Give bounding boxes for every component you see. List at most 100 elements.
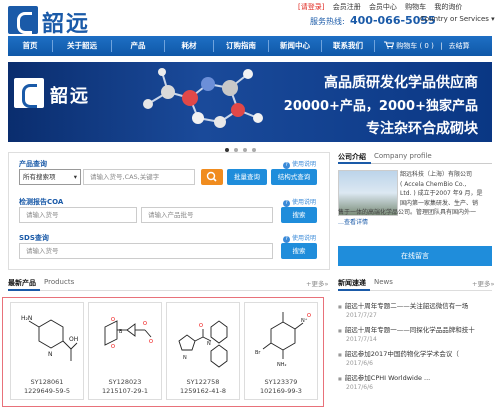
product-code: SY123379 bbox=[264, 378, 298, 386]
cart-summary[interactable]: 购物车 ( 0 ) | 去结算 bbox=[384, 36, 470, 56]
svg-text:B: B bbox=[119, 329, 123, 335]
register-link[interactable]: 会员注册 bbox=[333, 3, 361, 11]
news-item[interactable]: 韶远参加CPHI Worldwide ... 2017/6/6 bbox=[338, 372, 492, 391]
logo-text[interactable]: 韶远 bbox=[42, 6, 90, 38]
news-item-date: 2017/7/14 bbox=[346, 336, 377, 343]
country-select[interactable]: Country or Services ▾ bbox=[420, 15, 495, 23]
nav-item-news[interactable]: 新闻中心 bbox=[269, 36, 321, 56]
chevron-down-icon: ▾ bbox=[491, 15, 495, 23]
products-section-title: 最新产品 bbox=[8, 279, 36, 287]
product-cas: 1229649-59-5 bbox=[23, 387, 71, 395]
structure-image: H₂N N OH bbox=[21, 315, 78, 361]
products-more-link[interactable]: +更多» bbox=[306, 278, 328, 288]
nav-divider bbox=[374, 40, 375, 52]
news-section-title: 新闻速递 bbox=[338, 279, 366, 287]
company-more-link[interactable]: …查看详情 bbox=[338, 219, 368, 226]
structure-image: O O B O O bbox=[104, 317, 153, 350]
batch-query-button[interactable]: 批量查询 bbox=[227, 169, 267, 185]
cart-icon bbox=[384, 41, 395, 49]
banner-tagline: 专注杂环合成砌块 bbox=[366, 121, 478, 137]
news-item[interactable]: 韶远十周年专题一——同探化学品品牌和技十 2017/7/14 bbox=[338, 324, 492, 343]
product-code: SY122758 bbox=[186, 378, 220, 386]
coa-usage-link[interactable]: 使用说明 bbox=[283, 197, 316, 207]
svg-text:Br: Br bbox=[255, 350, 261, 356]
svg-text:O: O bbox=[111, 317, 115, 323]
structure-image: N⁺ O Br NH₂ bbox=[255, 312, 311, 368]
product-query-title: 产品查询 bbox=[19, 160, 47, 168]
svg-text:O: O bbox=[143, 321, 147, 327]
svg-text:NH₂: NH₂ bbox=[277, 362, 287, 368]
news-item-date: 2017/6/6 bbox=[346, 360, 373, 367]
sds-usage-link[interactable]: 使用说明 bbox=[283, 233, 316, 243]
cart-count: 购物车 ( 0 ) bbox=[396, 42, 434, 50]
product-card[interactable]: N⁺ O Br NH₂ SY123379 102169-99-3 bbox=[244, 302, 318, 400]
my-inquiry-link[interactable]: 我的询价 bbox=[434, 3, 462, 11]
company-section-title: 公司介绍 bbox=[338, 153, 366, 161]
online-message-button[interactable]: 在线留言 bbox=[338, 246, 492, 266]
svg-text:O: O bbox=[149, 339, 153, 345]
cart-divider: | bbox=[440, 42, 443, 50]
banner[interactable]: 韶远 高品质研发化学品供应商 20000+产品，2000+独家产品 专注杂环合成… bbox=[8, 62, 492, 142]
news-item-title[interactable]: 韶远十周年专题二——关注韶远微信有一场 bbox=[338, 300, 492, 310]
product-cas: 1259162-41-8 bbox=[179, 387, 227, 395]
nav-item-ordering-guide[interactable]: 订购指南 bbox=[214, 36, 268, 56]
query-panel: 产品查询 使用说明 所有搜索项 ▾ 请输入货号,CAS,关键字 批量查询 结构式… bbox=[8, 152, 330, 270]
nav-item-products[interactable]: 产品 bbox=[112, 36, 164, 56]
member-center-link[interactable]: 会员中心 bbox=[369, 3, 397, 11]
cart-link[interactable]: 购物车 bbox=[405, 3, 426, 11]
company-text-line: 售于一体的高端化学品公司。管理团队具有国内外一 bbox=[338, 209, 477, 216]
svg-text:N: N bbox=[48, 351, 53, 358]
product-card[interactable]: N O N SY122758 1259162-41-8 bbox=[166, 302, 240, 400]
news-item-title[interactable]: 韶远参加2017中国药物化学学术会议（ bbox=[338, 348, 492, 358]
coa-title: 检测报告COA bbox=[19, 198, 64, 206]
news-item-date: 2017/6/6 bbox=[346, 384, 373, 391]
structure-query-button[interactable]: 结构式查询 bbox=[271, 169, 317, 185]
product-search-type-select[interactable]: 所有搜索项 ▾ bbox=[19, 169, 81, 185]
structure-image: N O N bbox=[178, 320, 228, 368]
chevron-down-icon: ▾ bbox=[73, 173, 77, 181]
sds-code-input[interactable]: 请输入货号 bbox=[19, 243, 273, 259]
coa-search-button[interactable]: 搜索 bbox=[281, 207, 317, 223]
svg-text:OH: OH bbox=[69, 336, 78, 343]
nav-item-about[interactable]: 关于韶远 bbox=[53, 36, 111, 56]
product-cas: 1215107-29-1 bbox=[101, 387, 149, 395]
search-button[interactable] bbox=[201, 169, 223, 185]
checkout-link[interactable]: 去结算 bbox=[449, 42, 470, 50]
divider-accent bbox=[338, 162, 371, 164]
company-text-line: Ltd. ) 成立于2007 年9 月，是 bbox=[400, 190, 483, 197]
company-text-line: 韶远科技（上海）有限公司 bbox=[400, 171, 473, 178]
molecule-illustration bbox=[143, 68, 263, 128]
coa-code-input[interactable]: 请输入货号 bbox=[19, 207, 137, 223]
coa-batch-input[interactable]: 请输入产品批号 bbox=[141, 207, 273, 223]
sds-title: SDS查询 bbox=[19, 234, 49, 242]
product-code: SY128061 bbox=[30, 378, 64, 386]
company-section-title-en: Company profile bbox=[374, 152, 432, 160]
news-more-link[interactable]: +更多» bbox=[472, 278, 494, 288]
svg-text:N: N bbox=[207, 341, 211, 347]
product-search-input[interactable]: 请输入货号,CAS,关键字 bbox=[83, 169, 195, 185]
sds-search-button[interactable]: 搜索 bbox=[281, 243, 317, 259]
svg-text:N: N bbox=[183, 355, 187, 361]
news-item[interactable]: 韶远十周年专题二——关注韶远微信有一场 2017/7/27 bbox=[338, 300, 492, 319]
logo-icon[interactable] bbox=[8, 6, 38, 34]
nav-item-consumables[interactable]: 耗材 bbox=[165, 36, 213, 56]
news-item-title[interactable]: 韶远参加CPHI Worldwide ... bbox=[338, 372, 492, 382]
product-card[interactable]: H₂N N OH SY128061 1229649-59-5 bbox=[10, 302, 84, 400]
news-item-date: 2017/7/27 bbox=[346, 312, 377, 319]
svg-text:O: O bbox=[307, 313, 311, 319]
login-link[interactable]: [请登录] bbox=[298, 3, 324, 11]
hotline-label: 服务热线: bbox=[310, 17, 345, 26]
country-select-label: Country or Services bbox=[420, 15, 489, 23]
main-nav: 首页 关于韶远 产品 耗材 订购指南 新闻中心 联系我们 购物车 ( 0 ) |… bbox=[8, 36, 492, 56]
product-query-usage-link[interactable]: 使用说明 bbox=[283, 159, 316, 169]
company-text-line: 国内第一家集研发、生产、销 bbox=[400, 199, 479, 207]
news-item-title[interactable]: 韶远十周年专题一——同探化学品品牌和技十 bbox=[338, 324, 492, 334]
product-code: SY128023 bbox=[108, 378, 142, 386]
news-item[interactable]: 韶远参加2017中国药物化学学术会议（ 2017/6/6 bbox=[338, 348, 492, 367]
divider-accent bbox=[8, 289, 40, 291]
product-card[interactable]: O O B O O SY128023 1215107-29-1 bbox=[88, 302, 162, 400]
products-section-title-en: Products bbox=[44, 278, 75, 286]
product-cas: 102169-99-3 bbox=[260, 387, 302, 395]
nav-item-home[interactable]: 首页 bbox=[8, 36, 52, 56]
nav-item-contact[interactable]: 联系我们 bbox=[322, 36, 374, 56]
